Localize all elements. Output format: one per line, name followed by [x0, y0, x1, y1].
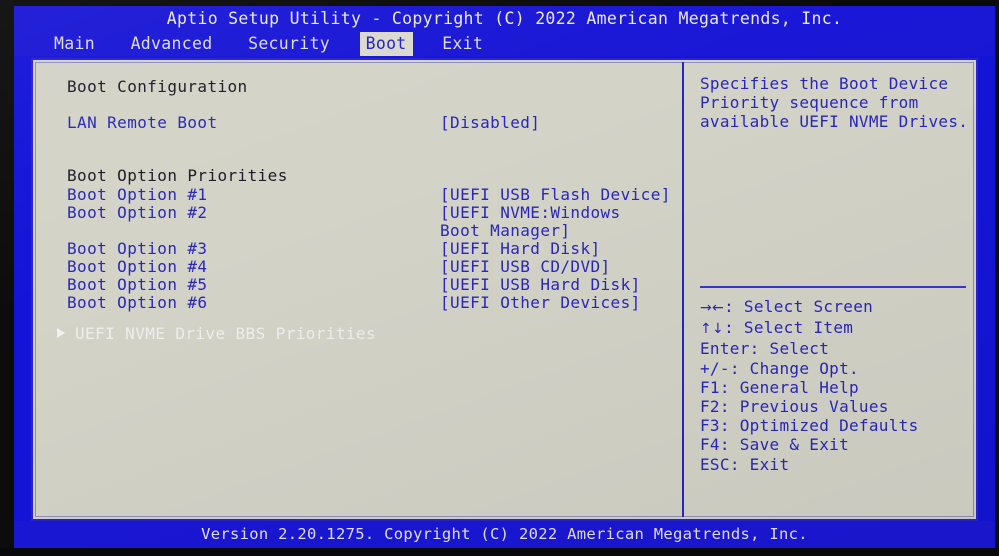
key-hint-f1-glyph: F1 [700, 377, 720, 397]
menu-bar: Main Advanced Security Boot Exit [14, 32, 995, 56]
boot-option-2-value[interactable]: [UEFI NVME:Windows [440, 204, 621, 222]
key-hint-enter-glyph: Enter [700, 339, 750, 359]
key-hint-f3-glyph: F3 [700, 416, 720, 436]
key-hint-enter-text: : Select [749, 339, 830, 359]
key-hint-f4: F4: Save & Exit [700, 435, 972, 454]
key-hint-select-item-text: : Select Item [724, 318, 854, 338]
key-hint-f2-text: : Previous Values [719, 397, 889, 417]
key-hint-f2: F2: Previous Values [700, 397, 972, 416]
setting-row-boot-option-6[interactable]: Boot Option #6 [UEFI Other Devices] [43, 294, 677, 312]
triangle-right-icon [57, 328, 65, 338]
key-hint-f4-glyph: F4 [700, 435, 720, 455]
section-header-boot-configuration: Boot Configuration [43, 78, 677, 96]
lan-remote-boot-value[interactable]: [Disabled] [440, 114, 540, 132]
key-hint-f1: F1: General Help [700, 378, 972, 397]
monitor-bezel-bottom [0, 548, 999, 556]
boot-option-priorities-label: Boot Option Priorities [67, 166, 288, 185]
section-header-label: Boot Configuration [67, 77, 248, 96]
tab-boot[interactable]: Boot [359, 32, 413, 56]
key-hint-esc-glyph: ESC [700, 454, 730, 474]
monitor-bezel-right [995, 0, 999, 556]
key-hint-esc-text: : Exit [729, 454, 790, 474]
boot-option-3-value[interactable]: [UEFI Hard Disk] [440, 240, 601, 258]
boot-option-4-value[interactable]: [UEFI USB CD/DVD] [440, 258, 611, 276]
arrow-left-right-icon: →← [700, 300, 725, 316]
content-frame: Boot Configuration LAN Remote Boot [Disa… [31, 58, 978, 521]
key-hint-f3: F3: Optimized Defaults [700, 416, 972, 435]
key-hint-select-screen: →←: Select Screen [700, 297, 972, 318]
setting-row-boot-option-3[interactable]: Boot Option #3 [UEFI Hard Disk] [43, 240, 677, 258]
key-hints-list: →←: Select Screen ↑↓: Select Item Enter:… [700, 297, 972, 474]
boot-option-4-label: Boot Option #4 [67, 257, 208, 276]
pane-divider [682, 62, 684, 517]
key-hint-change-opt-glyph: +/- [700, 358, 730, 378]
key-hint-change-opt-text: : Change Opt. [729, 358, 859, 378]
settings-pane: Boot Configuration LAN Remote Boot [Disa… [43, 62, 677, 517]
monitor-bezel-left [0, 0, 14, 556]
arrow-up-down-icon: ↑↓ [700, 321, 725, 338]
key-hint-change-opt: +/-: Change Opt. [700, 359, 972, 378]
setting-row-lan-remote-boot[interactable]: LAN Remote Boot [Disabled] [43, 114, 677, 132]
boot-option-1-label: Boot Option #1 [67, 185, 208, 204]
setting-row-boot-option-4[interactable]: Boot Option #4 [UEFI USB CD/DVD] [43, 258, 677, 276]
key-hint-select-item: ↑↓: Select Item [700, 318, 972, 339]
boot-option-5-value[interactable]: [UEFI USB Hard Disk] [440, 276, 641, 294]
help-pane: Specifies the Boot Device Priority seque… [692, 62, 972, 517]
boot-option-2-value-wrap: Boot Manager] [440, 221, 571, 240]
footer-version-bar: Version 2.20.1275. Copyright (C) 2022 Am… [14, 521, 995, 548]
boot-option-2-label: Boot Option #2 [67, 203, 208, 222]
lan-remote-boot-label: LAN Remote Boot [67, 113, 218, 132]
key-hint-f4-text: : Save & Exit [719, 435, 850, 455]
tab-exit[interactable]: Exit [436, 32, 489, 56]
submenu-uefi-nvme-drive-bbs-priorities[interactable]: UEFI NVME Drive BBS Priorities [43, 324, 677, 343]
section-header-boot-option-priorities: Boot Option Priorities [43, 167, 677, 185]
boot-option-2-value-wrap-row: Boot Manager] [43, 222, 677, 240]
setting-row-boot-option-2[interactable]: Boot Option #2 [UEFI NVME:Windows [43, 204, 677, 222]
help-description: Specifies the Boot Device Priority seque… [700, 74, 969, 131]
title-bar: Aptio Setup Utility - Copyright (C) 2022… [14, 6, 995, 32]
key-hint-f1-text: : General Help [719, 377, 859, 397]
key-hint-f2-glyph: F2 [700, 397, 720, 417]
boot-option-5-label: Boot Option #5 [67, 275, 208, 294]
key-hint-esc: ESC: Exit [700, 455, 972, 474]
boot-option-6-label: Boot Option #6 [67, 293, 208, 312]
submenu-label: UEFI NVME Drive BBS Priorities [75, 324, 376, 343]
setting-row-boot-option-5[interactable]: Boot Option #5 [UEFI USB Hard Disk] [43, 276, 677, 294]
boot-option-3-label: Boot Option #3 [67, 239, 208, 258]
bios-screen-photo: Aptio Setup Utility - Copyright (C) 2022… [0, 0, 999, 556]
tab-security[interactable]: Security [242, 32, 336, 56]
boot-option-1-value[interactable]: [UEFI USB Flash Device] [440, 186, 671, 204]
help-divider [700, 286, 966, 288]
bios-setup-utility: Aptio Setup Utility - Copyright (C) 2022… [14, 6, 995, 548]
key-hint-enter: Enter: Select [700, 339, 972, 358]
key-hint-f3-text: : Optimized Defaults [719, 416, 919, 436]
key-hint-select-screen-text: : Select Screen [724, 297, 874, 316]
boot-option-6-value[interactable]: [UEFI Other Devices] [440, 294, 641, 312]
tab-main[interactable]: Main [48, 32, 101, 56]
tab-advanced[interactable]: Advanced [125, 32, 219, 56]
setting-row-boot-option-1[interactable]: Boot Option #1 [UEFI USB Flash Device] [43, 186, 677, 204]
